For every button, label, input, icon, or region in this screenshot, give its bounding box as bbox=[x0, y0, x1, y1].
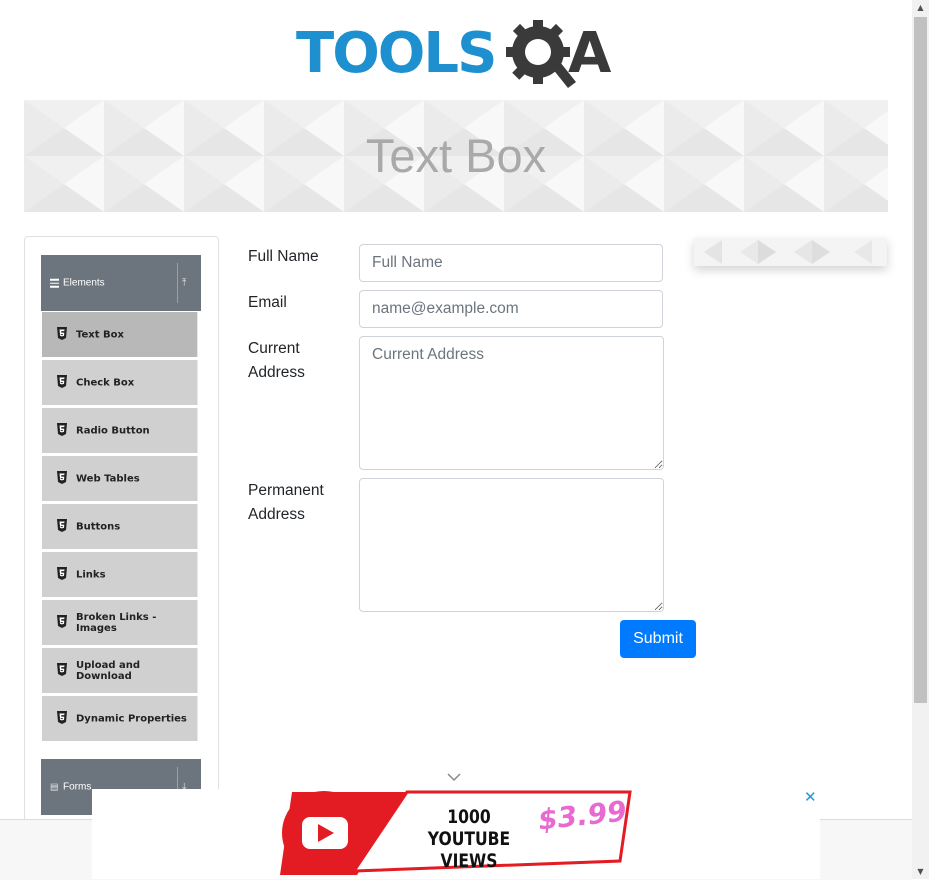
menu-icon bbox=[50, 277, 59, 290]
sidebar-item-upload-download[interactable]: Upload and Download bbox=[42, 648, 198, 693]
sidebar-item-label: Upload and Download bbox=[76, 659, 140, 682]
sidebar-group-label: Elements bbox=[63, 277, 105, 289]
label-line: Address bbox=[248, 506, 305, 523]
collapse-up-icon: ⤒ bbox=[182, 277, 187, 289]
sidebar-item-label: Web Tables bbox=[76, 473, 140, 484]
scroll-down-icon[interactable]: ▼ bbox=[912, 867, 929, 876]
sidebar-group-label: Forms bbox=[63, 781, 92, 793]
page-title: Text Box bbox=[365, 129, 547, 182]
sidebar-item-label: Radio Button bbox=[76, 425, 150, 436]
ad-views-label: YOUTUBE VIEWS bbox=[427, 828, 511, 872]
submit-button[interactable]: Submit bbox=[620, 620, 696, 658]
current-address-textarea[interactable] bbox=[359, 336, 664, 470]
html5-icon bbox=[57, 711, 67, 724]
sidebar-item-radio-button[interactable]: Radio Button bbox=[42, 408, 198, 453]
sidebar-group-elements[interactable]: Elements ⤒ bbox=[41, 255, 201, 311]
ad-views-text: 1000 YOUTUBE VIEWS bbox=[419, 806, 519, 872]
logo-text-tools: TOOLS bbox=[296, 21, 497, 86]
html5-icon bbox=[57, 615, 67, 628]
label-line: Current bbox=[248, 340, 300, 357]
scrollbar-thumb[interactable] bbox=[914, 17, 927, 703]
divider bbox=[177, 263, 178, 303]
vertical-scrollbar[interactable]: ▲ ▼ bbox=[912, 0, 929, 879]
sidebar-item-label: Broken Links - Images bbox=[76, 611, 157, 634]
current-address-label: Current Address bbox=[248, 337, 305, 385]
sidebar-item-label: Links bbox=[76, 569, 106, 580]
chevron-down-icon[interactable] bbox=[446, 772, 462, 782]
left-sidebar: Elements ⤒ Text Box Check Box Radio Butt… bbox=[24, 236, 219, 837]
full-name-label: Full Name bbox=[248, 248, 319, 265]
sidebar-item-label: Buttons bbox=[76, 521, 121, 532]
sidebar-item-links[interactable]: Links bbox=[42, 552, 198, 597]
ad-pattern bbox=[704, 240, 872, 264]
html5-icon bbox=[57, 423, 67, 436]
email-input[interactable] bbox=[359, 290, 663, 328]
permanent-address-textarea[interactable] bbox=[359, 478, 664, 612]
email-label: Email bbox=[248, 294, 287, 311]
html5-icon bbox=[57, 663, 67, 676]
sidebar-item-label: Check Box bbox=[76, 377, 135, 388]
logo-text-a: A bbox=[568, 21, 612, 86]
scroll-up-icon[interactable]: ▲ bbox=[912, 3, 929, 12]
sidebar-item-broken-links[interactable]: Broken Links - Images bbox=[42, 600, 198, 645]
sidebar-item-web-tables[interactable]: Web Tables bbox=[42, 456, 198, 501]
full-name-input[interactable] bbox=[359, 244, 663, 282]
html5-icon bbox=[57, 375, 67, 388]
label-line: Address bbox=[248, 364, 305, 381]
ad-views-count: 1000 bbox=[447, 806, 491, 828]
toolsqa-logo[interactable]: TOOLS A bbox=[296, 14, 620, 92]
form-icon: ▤ bbox=[50, 781, 59, 792]
html5-icon bbox=[57, 567, 67, 580]
sidebar-ad-widget[interactable] bbox=[694, 238, 887, 266]
close-icon[interactable]: ✕ bbox=[804, 788, 817, 806]
sidebar-item-label: Dynamic Properties bbox=[76, 713, 187, 724]
sidebar-item-text-box[interactable]: Text Box bbox=[42, 312, 198, 357]
page-banner: Text Box bbox=[24, 100, 888, 212]
html5-icon bbox=[57, 519, 67, 532]
sidebar-item-dynamic-properties[interactable]: Dynamic Properties bbox=[42, 696, 198, 741]
html5-icon bbox=[57, 327, 67, 340]
permanent-address-label: Permanent Address bbox=[248, 479, 324, 527]
sidebar-item-buttons[interactable]: Buttons bbox=[42, 504, 198, 549]
sidebar-item-label: Text Box bbox=[76, 329, 124, 340]
html5-icon bbox=[57, 471, 67, 484]
sidebar-item-check-box[interactable]: Check Box bbox=[42, 360, 198, 405]
label-line: Permanent bbox=[248, 482, 324, 499]
